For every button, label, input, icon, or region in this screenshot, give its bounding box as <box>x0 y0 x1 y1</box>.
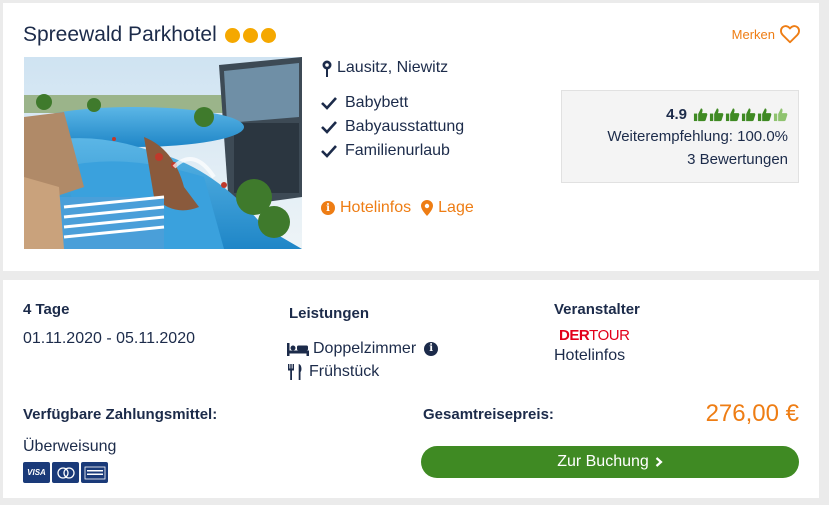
operator-hotelinfos-link[interactable]: Hotelinfos <box>554 347 625 365</box>
services-list: Doppelzimmer i Frühstück <box>287 337 439 383</box>
hotelinfos-label: Hotelinfos <box>340 199 412 216</box>
hotelinfos-link[interactable]: i Hotelinfos <box>321 199 411 217</box>
rating-box[interactable]: 4.9 Weiterempfehlung: 100.0% 3 Bewertung… <box>561 90 799 183</box>
room-info-icon[interactable]: i <box>424 341 439 356</box>
lage-label: Lage <box>438 199 474 216</box>
rating-score: 4.9 <box>666 105 687 123</box>
feature-item: Babyausstattung <box>321 115 464 139</box>
map-marker-icon <box>421 200 434 216</box>
rating-score-line: 4.9 <box>562 103 788 125</box>
payment-heading: Verfügbare Zahlungsmittel: <box>23 406 218 423</box>
checkmark-icon <box>321 145 337 158</box>
total-price-label: Gesamtreisepreis: <box>423 406 554 423</box>
feature-label: Babybett <box>345 94 409 111</box>
thumb-up-icon <box>693 107 708 121</box>
star-icon <box>224 27 240 43</box>
review-count[interactable]: 3 Bewertungen <box>562 148 788 171</box>
dertour-logo-part1: DER <box>559 327 590 344</box>
location: Lausitz, Niewitz <box>321 59 448 77</box>
feature-list: Babybett Babyausstattung Familienurlaub <box>321 91 464 163</box>
bed-icon <box>287 342 309 356</box>
travel-dates: 01.11.2020 - 05.11.2020 <box>23 330 195 347</box>
star-icon <box>260 27 276 43</box>
board-label: Frühstück <box>309 362 380 380</box>
feature-label: Familienurlaub <box>345 142 450 159</box>
star-icon <box>242 27 258 43</box>
dertour-logo-part2: TOUR <box>589 327 630 344</box>
operator-heading: Veranstalter <box>554 301 640 318</box>
location-text: Lausitz, Niewitz <box>337 59 449 76</box>
mastercard-icon <box>52 462 79 483</box>
amex-icon <box>81 462 108 483</box>
dertour-logo: DERTOUR <box>559 327 630 344</box>
board-item: Frühstück <box>287 360 438 383</box>
recommendation-text: Weiterempfehlung: 100.0% <box>607 128 788 145</box>
map-pin-icon <box>322 60 332 77</box>
book-button-label: Zur Buchung <box>557 453 649 470</box>
visa-icon: VISA <box>23 462 50 483</box>
feature-label: Babyausstattung <box>345 118 465 135</box>
payment-icons: VISA <box>23 462 108 483</box>
info-icon: i <box>321 201 335 215</box>
total-price: 276,00 € <box>705 400 799 427</box>
room-label: Doppelzimmer <box>313 339 417 357</box>
hotel-name[interactable]: Spreewald Parkhotel <box>23 23 217 47</box>
feature-item: Familienurlaub <box>321 139 464 163</box>
save-button[interactable]: Merken <box>732 23 801 45</box>
feature-item: Babybett <box>321 91 464 115</box>
checkmark-icon <box>321 97 337 110</box>
book-button[interactable]: Zur Buchung <box>421 446 799 478</box>
offer-card: 4 Tage 01.11.2020 - 05.11.2020 Leistunge… <box>3 280 819 498</box>
thumb-up-icon <box>725 107 740 121</box>
heart-icon <box>780 25 800 44</box>
duration: 4 Tage <box>23 301 70 318</box>
hotel-photo[interactable] <box>24 57 302 249</box>
thumb-up-icon <box>773 107 788 121</box>
checkmark-icon <box>321 121 337 134</box>
thumb-up-icon <box>757 107 772 121</box>
lage-link[interactable]: Lage <box>421 199 474 217</box>
thumb-up-icon <box>741 107 756 121</box>
chevron-right-icon <box>655 457 663 467</box>
thumb-up-icon <box>709 107 724 121</box>
cutlery-icon <box>288 363 302 380</box>
hotel-links: i Hotelinfos Lage <box>321 199 474 217</box>
hotel-title[interactable]: Spreewald Parkhotel <box>23 23 276 47</box>
star-rating <box>224 27 276 43</box>
hotel-photo-image <box>24 57 302 249</box>
hotel-card: Spreewald Parkhotel Merken Lausitz, Niew… <box>3 3 819 271</box>
services-heading: Leistungen <box>289 305 370 322</box>
save-label: Merken <box>731 26 775 42</box>
room-item: Doppelzimmer i <box>287 337 439 360</box>
payment-method: Überweisung <box>23 438 117 455</box>
thumbs-rating <box>693 107 788 122</box>
